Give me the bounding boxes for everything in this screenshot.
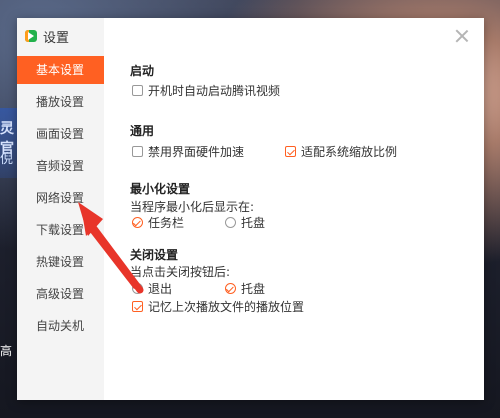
hw-accel-checkbox[interactable] <box>132 146 143 157</box>
minimize-taskbar-label: 任务栏 <box>148 216 185 230</box>
hw-accel-option[interactable]: 禁用界面硬件加速 <box>132 143 244 160</box>
minimize-tray-option[interactable]: 托盘 <box>225 214 265 231</box>
remember-position-option[interactable]: 记忆上次播放文件的播放位置 <box>132 298 304 315</box>
minimize-tray-radio[interactable] <box>225 217 236 228</box>
close-icon[interactable] <box>454 28 470 44</box>
close-exit-radio[interactable] <box>132 283 143 294</box>
settings-sidebar: 设置 基本设置 播放设置 画面设置 音频设置 网络设置 下载设置 热键设置 高级… <box>17 18 104 400</box>
sidebar-item-audio[interactable]: 音频设置 <box>17 152 104 180</box>
sidebar-item-basic[interactable]: 基本设置 <box>17 56 104 84</box>
sidebar-item-advanced[interactable]: 高级设置 <box>17 280 104 308</box>
hw-accel-label: 禁用界面硬件加速 <box>148 145 245 159</box>
section-title-minimize: 最小化设置 <box>130 182 191 196</box>
close-tray-label: 托盘 <box>241 282 266 296</box>
close-tray-option[interactable]: 托盘 <box>225 280 265 297</box>
dpi-scale-option[interactable]: 适配系统缩放比例 <box>285 143 397 160</box>
sidebar-item-hotkeys[interactable]: 热键设置 <box>17 248 104 276</box>
dialog-header: 设置 <box>25 26 69 46</box>
close-exit-label: 退出 <box>148 282 173 296</box>
section-title-general: 通用 <box>130 124 155 138</box>
autostart-option[interactable]: 开机时自动启动腾讯视频 <box>132 82 280 99</box>
dialog-title: 设置 <box>43 30 70 46</box>
sidebar-item-picture[interactable]: 画面设置 <box>17 120 104 148</box>
section-title-close: 关闭设置 <box>130 248 179 262</box>
close-exit-option[interactable]: 退出 <box>132 280 172 297</box>
autostart-checkbox[interactable] <box>132 85 143 96</box>
sidebar-item-download[interactable]: 下载设置 <box>17 216 104 244</box>
minimize-tray-label: 托盘 <box>241 216 266 230</box>
minimize-prompt: 当程序最小化后显示在: <box>130 200 255 214</box>
remember-position-label: 记忆上次播放文件的播放位置 <box>148 300 305 314</box>
minimize-taskbar-radio[interactable] <box>132 217 143 228</box>
minimize-taskbar-option[interactable]: 任务栏 <box>132 214 184 231</box>
dpi-scale-label: 适配系统缩放比例 <box>301 145 398 159</box>
autostart-label: 开机时自动启动腾讯视频 <box>148 84 281 98</box>
dpi-scale-checkbox[interactable] <box>285 146 296 157</box>
remember-position-checkbox[interactable] <box>132 301 143 312</box>
close-tray-radio[interactable] <box>225 283 236 294</box>
background-text: 高 <box>0 344 13 358</box>
settings-dialog: 设置 基本设置 播放设置 画面设置 音频设置 网络设置 下载设置 热键设置 高级… <box>17 18 484 400</box>
sidebar-item-network[interactable]: 网络设置 <box>17 184 104 212</box>
app-logo-icon <box>25 29 39 43</box>
sidebar-item-auto-shutdown[interactable]: 自动关机 <box>17 312 104 340</box>
section-title-startup: 启动 <box>130 64 155 78</box>
sidebar-item-playback[interactable]: 播放设置 <box>17 88 104 116</box>
close-prompt: 当点击关闭按钮后: <box>130 265 231 279</box>
